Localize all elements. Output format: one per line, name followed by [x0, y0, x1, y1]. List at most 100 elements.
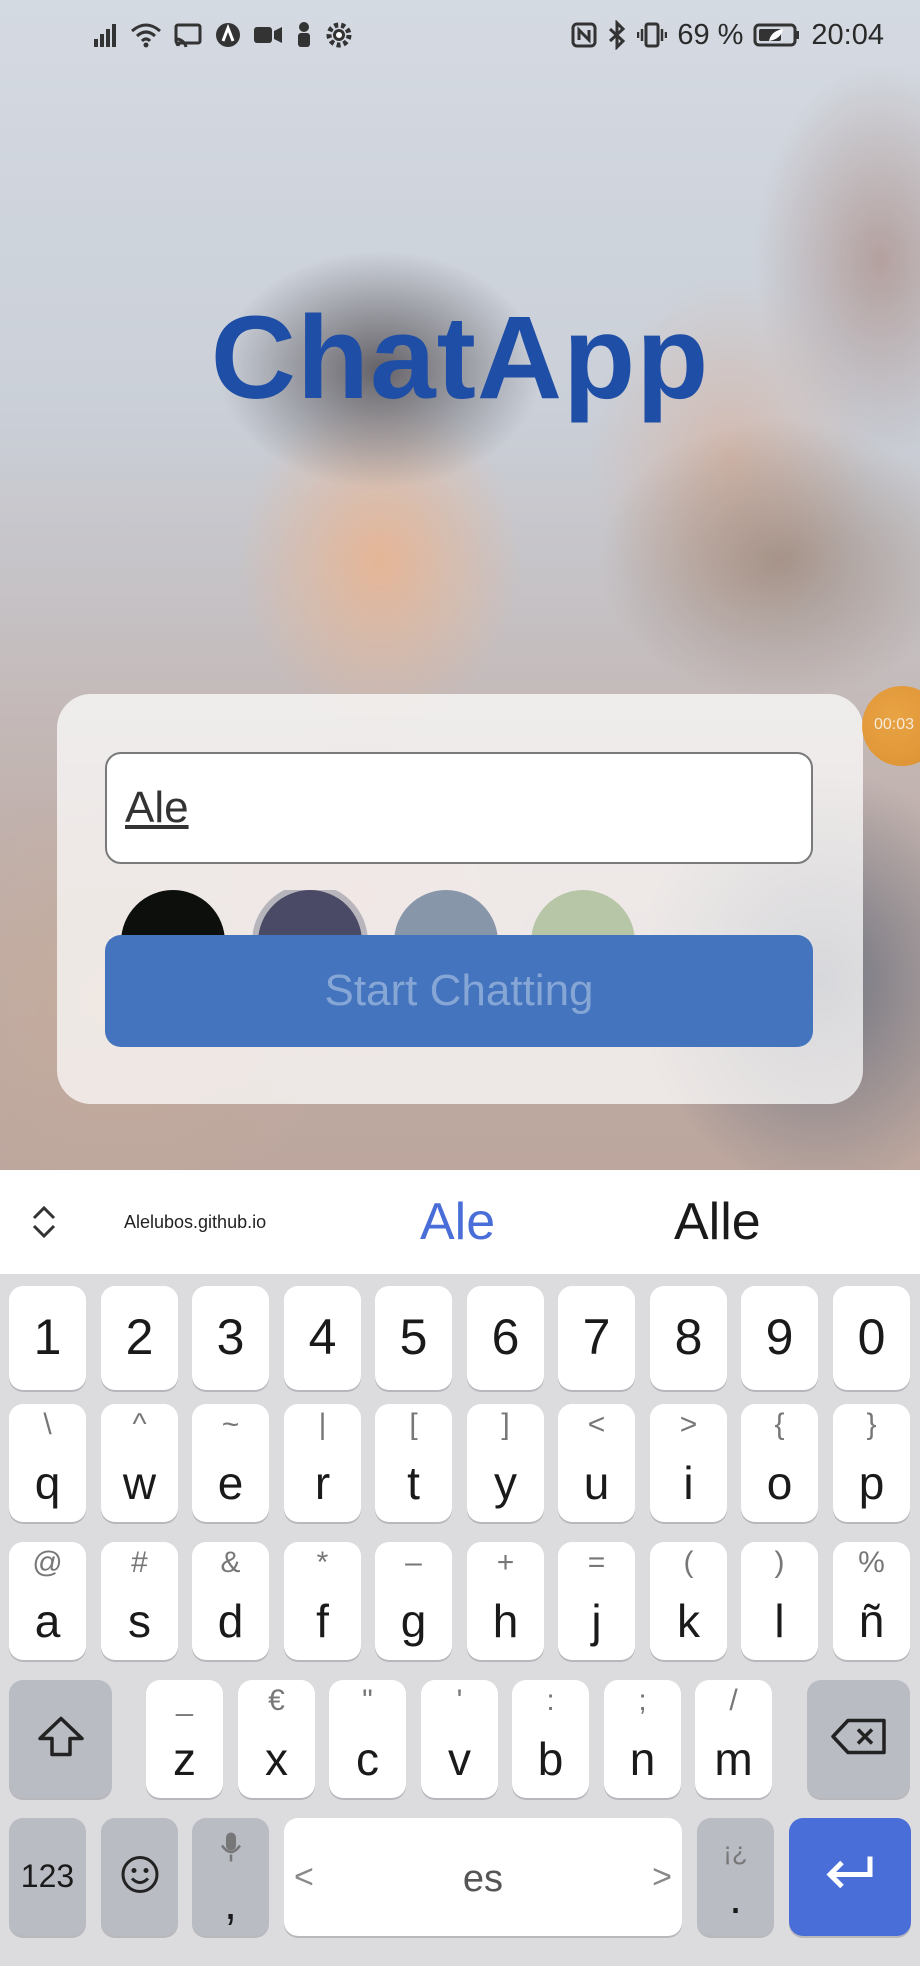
key-s-label: s — [128, 1595, 151, 1647]
key-q-label: q — [34, 1457, 61, 1509]
key-ñ-label: ñ — [858, 1595, 885, 1647]
vibrate-icon — [637, 18, 668, 52]
key-i-label: i — [683, 1457, 694, 1509]
key-3[interactable]: 3 — [192, 1286, 269, 1390]
cast-icon — [172, 18, 204, 52]
key-g-label: g — [400, 1595, 427, 1647]
key-b[interactable]: :b — [512, 1680, 589, 1798]
on-screen-keyboard: 123 , < es > ¡¿ . 1 2 3 4 5 6 7 8 9 0 \ q ^ w ~ e | r[t] y… — [0, 1274, 920, 1966]
key-0-label: 0 — [857, 1309, 886, 1365]
key-i[interactable]: > i — [650, 1404, 727, 1522]
key-7[interactable]: 7 — [558, 1286, 635, 1390]
key-z-label: z — [173, 1733, 196, 1785]
app-title: ChatApp — [210, 292, 710, 424]
username-input[interactable] — [105, 752, 813, 864]
key-f-label: f — [316, 1595, 329, 1647]
key-f[interactable]: * f — [284, 1542, 361, 1660]
clock-time: 20:04 — [811, 18, 884, 51]
key-t-secondary: [ — [409, 1408, 418, 1441]
key-9[interactable]: 9 — [741, 1286, 818, 1390]
key-a-label: a — [34, 1595, 61, 1647]
key-e[interactable]: ~ e — [192, 1404, 269, 1522]
key-5[interactable]: 5 — [375, 1286, 452, 1390]
key-o[interactable]: {o — [741, 1404, 818, 1522]
key-k[interactable]: (k — [650, 1542, 727, 1660]
key-t-label: t — [407, 1457, 420, 1509]
android-auto-icon — [214, 18, 242, 52]
suggestion-url[interactable]: Alelubos.github.io — [124, 1170, 266, 1274]
key-w[interactable]: ^ w — [101, 1404, 178, 1522]
key-2-label: 2 — [125, 1309, 154, 1365]
period-key[interactable]: ¡¿ . — [697, 1818, 774, 1936]
key-5-label: 5 — [399, 1309, 428, 1365]
key-p-secondary: } — [866, 1408, 877, 1441]
key-z-secondary: _ — [176, 1684, 193, 1717]
shift-icon — [36, 1715, 86, 1764]
key-u[interactable]: < u — [558, 1404, 635, 1522]
key-q-secondary: \ — [43, 1408, 52, 1441]
suggestion-primary[interactable]: Ale — [420, 1170, 495, 1274]
space-key[interactable]: < es > — [284, 1818, 682, 1936]
key-m[interactable]: / m — [695, 1680, 772, 1798]
key-u-label: u — [583, 1457, 610, 1509]
shift-key[interactable] — [9, 1680, 112, 1798]
numbers-key[interactable]: 123 — [9, 1818, 86, 1936]
suggestion-secondary[interactable]: Alle — [674, 1170, 761, 1274]
key-s[interactable]: # s — [101, 1542, 178, 1660]
enter-key[interactable] — [789, 1818, 911, 1936]
key-l[interactable]: ) l — [741, 1542, 818, 1660]
key-o-secondary: { — [774, 1408, 785, 1441]
key-1[interactable]: 1 — [9, 1286, 86, 1390]
key-g[interactable]: – g — [375, 1542, 452, 1660]
key-d[interactable]: & d — [192, 1542, 269, 1660]
key-r[interactable]: | r — [284, 1404, 361, 1522]
key-4[interactable]: 4 — [284, 1286, 361, 1390]
comma-mic-key[interactable]: , — [192, 1818, 269, 1936]
signal-icon — [92, 18, 120, 52]
key-w-label: w — [122, 1457, 157, 1509]
key-h[interactable]: + h — [467, 1542, 544, 1660]
person-icon — [294, 18, 314, 52]
language-label: es — [462, 1858, 504, 1900]
key-p[interactable]: } p — [833, 1404, 910, 1522]
key-y[interactable]: ] y — [467, 1404, 544, 1522]
battery-saver-icon — [753, 18, 801, 52]
key-q[interactable]: \ q — [9, 1404, 86, 1522]
video-camera-icon — [252, 18, 284, 52]
key-6-label: 6 — [491, 1309, 520, 1365]
key-o-label: o — [766, 1457, 793, 1509]
key-c[interactable]: " c — [329, 1680, 406, 1798]
status-bar: 69 % 20:04 — [0, 0, 920, 70]
key-n-label: n — [629, 1733, 656, 1785]
key-s-secondary: # — [131, 1546, 148, 1579]
enter-icon — [820, 1853, 880, 1902]
key-n[interactable]: ; n — [604, 1680, 681, 1798]
key-a-secondary: @ — [32, 1546, 63, 1579]
key-h-secondary: + — [496, 1546, 515, 1579]
backspace-key[interactable] — [807, 1680, 910, 1798]
key-x-secondary: € — [268, 1684, 285, 1717]
key-j[interactable]: = j — [558, 1542, 635, 1660]
key-e-label: e — [217, 1457, 244, 1509]
key-3-label: 3 — [216, 1309, 245, 1365]
key-ñ[interactable]: % ñ — [833, 1542, 910, 1660]
emoji-key[interactable] — [101, 1818, 178, 1936]
key-a[interactable]: @ a — [9, 1542, 86, 1660]
key-j-label: j — [591, 1595, 602, 1647]
key-z[interactable]: _ z — [146, 1680, 223, 1798]
key-2[interactable]: 2 — [101, 1286, 178, 1390]
expand-collapse-icon[interactable] — [28, 1202, 60, 1242]
start-chatting-button[interactable]: Start Chatting — [105, 935, 813, 1047]
key-t[interactable]: [t — [375, 1404, 452, 1522]
key-x[interactable]: € x — [238, 1680, 315, 1798]
key-6[interactable]: 6 — [467, 1286, 544, 1390]
key-d-label: d — [217, 1595, 244, 1647]
period-sec-label: ¡¿ — [723, 1836, 748, 1866]
key-1-label: 1 — [33, 1309, 62, 1365]
key-c-secondary: " — [362, 1684, 373, 1717]
key-8[interactable]: 8 — [650, 1286, 727, 1390]
key-y-secondary: ] — [501, 1408, 510, 1441]
key-v[interactable]: ' v — [421, 1680, 498, 1798]
key-8-label: 8 — [674, 1309, 703, 1365]
key-0[interactable]: 0 — [833, 1286, 910, 1390]
